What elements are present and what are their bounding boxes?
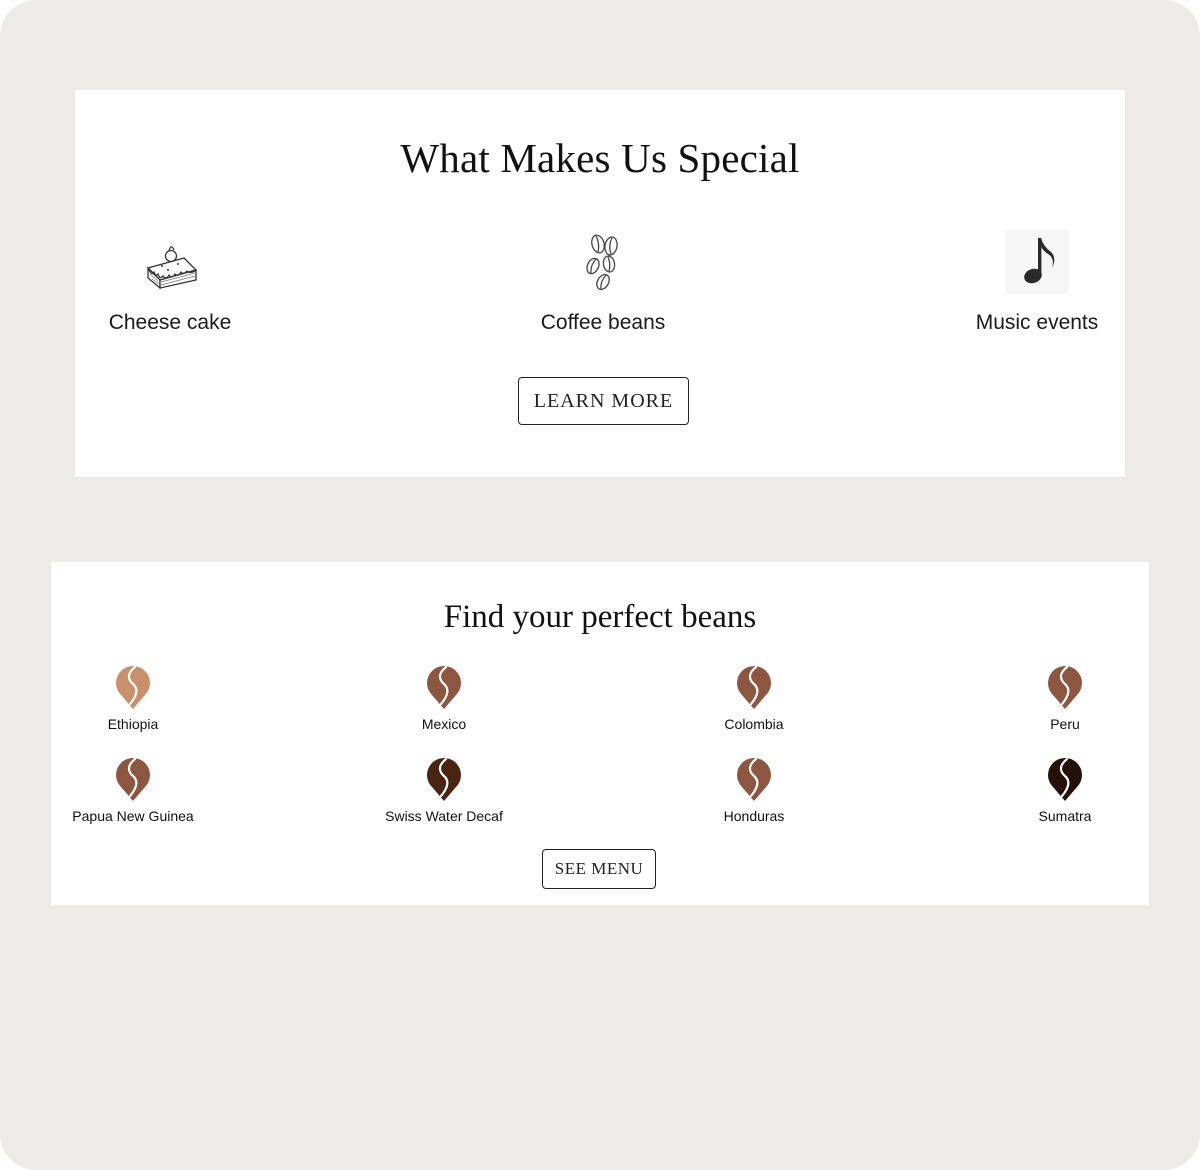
learn-more-button[interactable]: LEARN MORE (518, 377, 689, 425)
coffee-beans-icon (586, 234, 618, 291)
what-makes-us-special-section: What Makes Us Special Cheese cake Coffee… (75, 90, 1125, 477)
bean-label: Honduras (723, 808, 785, 824)
feature-coffee-beans: Coffee beans (508, 230, 698, 336)
coffee-bean-pin-icon (737, 665, 771, 709)
find-your-beans-section: Find your perfect beans Ethiopia Mexico Co… (51, 562, 1149, 905)
bean-item[interactable]: Swiss Water Decaf (354, 756, 534, 824)
section-title: Find your perfect beans (443, 599, 757, 635)
see-menu-button[interactable]: SEE MENU (542, 849, 656, 889)
feature-cheese-cake: Cheese cake (75, 230, 265, 336)
bean-item[interactable]: Colombia (664, 664, 844, 732)
music-note-icon (1005, 230, 1069, 294)
bean-item[interactable]: Peru (975, 664, 1155, 732)
bean-label: Ethiopia (107, 716, 159, 732)
bean-item[interactable]: Honduras (664, 756, 844, 824)
coffee-bean-pin-icon (1048, 665, 1082, 709)
bean-label: Sumatra (1038, 808, 1092, 824)
bean-label: Swiss Water Decaf (385, 808, 503, 824)
bean-label: Colombia (724, 716, 784, 732)
section-title: What Makes Us Special (400, 135, 800, 181)
coffee-bean-pin-icon (427, 665, 461, 709)
feature-label: Coffee beans (540, 311, 666, 334)
bean-label: Mexico (421, 716, 467, 732)
bean-item[interactable]: Sumatra (975, 756, 1155, 824)
feature-music-events: Music events (942, 230, 1132, 336)
bean-label: Peru (1050, 716, 1080, 732)
bean-item[interactable]: Papua New Guinea (43, 756, 223, 824)
coffee-bean-pin-icon (116, 665, 150, 709)
coffee-bean-pin-icon (427, 757, 461, 801)
cheesecake-icon (146, 246, 198, 290)
coffee-bean-pin-icon (1048, 757, 1082, 801)
coffee-bean-pin-icon (116, 757, 150, 801)
feature-label: Cheese cake (108, 311, 232, 334)
feature-label: Music events (975, 311, 1099, 334)
coffee-bean-pin-icon (737, 757, 771, 801)
bean-label: Papua New Guinea (72, 808, 194, 824)
bean-item[interactable]: Mexico (354, 664, 534, 732)
bean-item[interactable]: Ethiopia (43, 664, 223, 732)
